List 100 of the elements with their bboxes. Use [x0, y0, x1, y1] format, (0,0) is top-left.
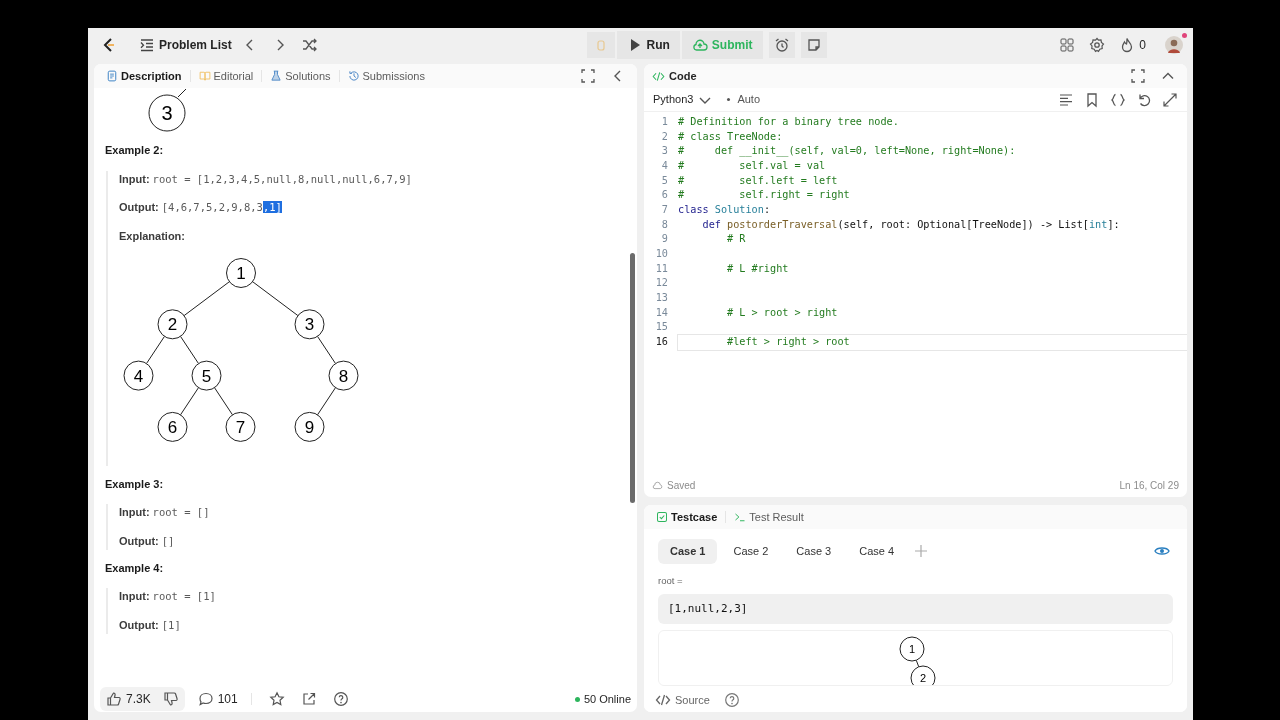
online-dot — [574, 696, 580, 702]
online-count: 50 Online — [583, 691, 631, 707]
plus-icon — [913, 543, 930, 560]
case-tab[interactable]: Case 3 — [784, 539, 844, 564]
code-icon — [655, 692, 671, 708]
example-heading: Example 2: — [105, 143, 165, 158]
code-line: class Solution: — [678, 202, 771, 217]
code-line: def postorderTraversal(self, root: Optional[TreeNode]) -> List[int]: — [701, 217, 1121, 232]
tree-node: 6 — [157, 411, 188, 442]
line-number: 5 — [660, 173, 669, 188]
run-button[interactable]: Run — [616, 31, 680, 59]
panel-tab[interactable]: Solutions — [266, 65, 335, 87]
example-heading: Example 4: — [105, 560, 165, 576]
parameter-label: root = — [658, 573, 684, 588]
panel-tab[interactable]: Submissions — [343, 65, 429, 87]
help-icon — [332, 691, 349, 707]
language-dropdown[interactable]: Python3 — [650, 88, 717, 111]
timer-button[interactable] — [768, 32, 795, 58]
code-icon — [652, 69, 665, 83]
terminal-icon — [734, 511, 747, 523]
star-icon — [268, 691, 285, 707]
tree-edge — [180, 386, 199, 415]
line-number: 2 — [660, 129, 669, 144]
code-line: # self.left = left — [678, 173, 839, 188]
note-icon — [805, 37, 822, 53]
shuffle-icon — [301, 37, 318, 53]
align-icon — [1058, 91, 1074, 108]
problem-list-button[interactable]: Problem List — [136, 33, 235, 57]
cursor-position: Ln 16, Col 29 — [1119, 478, 1179, 493]
thumbs-up-icon — [106, 691, 122, 707]
braces-icon — [1110, 91, 1126, 108]
line-number: 3 — [660, 144, 669, 159]
comments-button[interactable]: 101 — [194, 687, 241, 711]
scrollbar[interactable] — [630, 253, 635, 503]
tree-edge — [317, 335, 336, 364]
line-number: 13 — [654, 290, 669, 305]
line-number: 7 — [660, 202, 669, 217]
code-line: # self.right = right — [678, 188, 851, 203]
tree-edge — [317, 386, 336, 415]
line-number: 10 — [654, 246, 669, 261]
tree-node: 3 — [294, 308, 325, 339]
panel-title: Code — [669, 68, 697, 84]
panel-tab[interactable]: Editorial — [194, 65, 258, 87]
tree-edge — [146, 335, 165, 364]
alarm-clock-icon — [773, 37, 790, 53]
tree-edge — [214, 386, 233, 415]
document-icon — [106, 70, 118, 82]
history-icon — [347, 70, 360, 82]
panel-tab[interactable]: Test Result — [730, 506, 808, 528]
avatar-icon[interactable] — [1165, 36, 1183, 55]
code-line: # def __init__(self, val=0, left=None, right=None): — [678, 144, 1017, 159]
case-tab[interactable]: Case 4 — [847, 539, 907, 564]
explanation-label: Explanation: — [119, 229, 186, 244]
book-icon — [198, 70, 211, 82]
autocomplete-mode[interactable]: Auto — [724, 88, 763, 111]
value-field[interactable]: [1,null,2,3] — [658, 593, 1173, 625]
line-number: 6 — [660, 188, 669, 203]
source-button[interactable]: Source — [652, 688, 713, 712]
tree-edge — [252, 280, 299, 316]
expand-icon — [580, 68, 596, 84]
tree-node: 7 — [225, 411, 256, 442]
expand-icon — [1130, 68, 1146, 84]
bookmark-icon — [1084, 91, 1100, 108]
tree-node: 3 — [148, 94, 186, 132]
output-example-text: Output: [4,6,7,5,2,9,8,3,1] — [119, 200, 283, 216]
notes-button[interactable] — [800, 32, 827, 58]
input-example-text: Input: root = [1] — [119, 589, 217, 604]
comment-icon — [197, 691, 214, 707]
tree-node: 2 — [910, 665, 936, 686]
example-heading: Example 3: — [105, 476, 165, 492]
tree-node: 4 — [123, 360, 154, 391]
case-tab[interactable]: Case 2 — [721, 539, 781, 564]
streak-button[interactable]: 0 — [1116, 33, 1149, 57]
case-tab[interactable]: Case 1 — [658, 539, 718, 564]
thumbs-down-icon — [162, 691, 179, 707]
tree-node: 1 — [226, 257, 256, 288]
code-line: # class TreeNode: — [678, 129, 784, 144]
line-number: 1 — [660, 115, 669, 129]
panel-tab[interactable]: Description — [102, 65, 186, 87]
tree-node: 1 — [899, 636, 925, 662]
cloud-icon — [652, 479, 663, 491]
line-number: 12 — [654, 276, 669, 291]
code-line: # Definition for a binary tree node. — [678, 115, 900, 129]
tree-edge — [177, 88, 187, 98]
panel-tab[interactable]: Testcase — [652, 506, 722, 528]
line-number: 9 — [660, 232, 669, 247]
line-number: 15 — [654, 320, 669, 335]
logo-icon — [101, 37, 117, 53]
code-line: # L > root > right — [726, 305, 839, 320]
upload-cloud-icon — [691, 37, 708, 53]
tree-edge — [915, 659, 920, 668]
tree-node: 5 — [191, 360, 222, 391]
save-status: Saved — [667, 478, 696, 493]
resize-icon — [1162, 91, 1178, 108]
flask-icon — [270, 70, 283, 82]
checkbox-icon — [656, 511, 668, 523]
code-line: # R — [726, 232, 747, 247]
settings-icon — [1089, 37, 1106, 53]
line-number: 16 — [654, 334, 669, 349]
tree-node: 2 — [157, 308, 188, 339]
